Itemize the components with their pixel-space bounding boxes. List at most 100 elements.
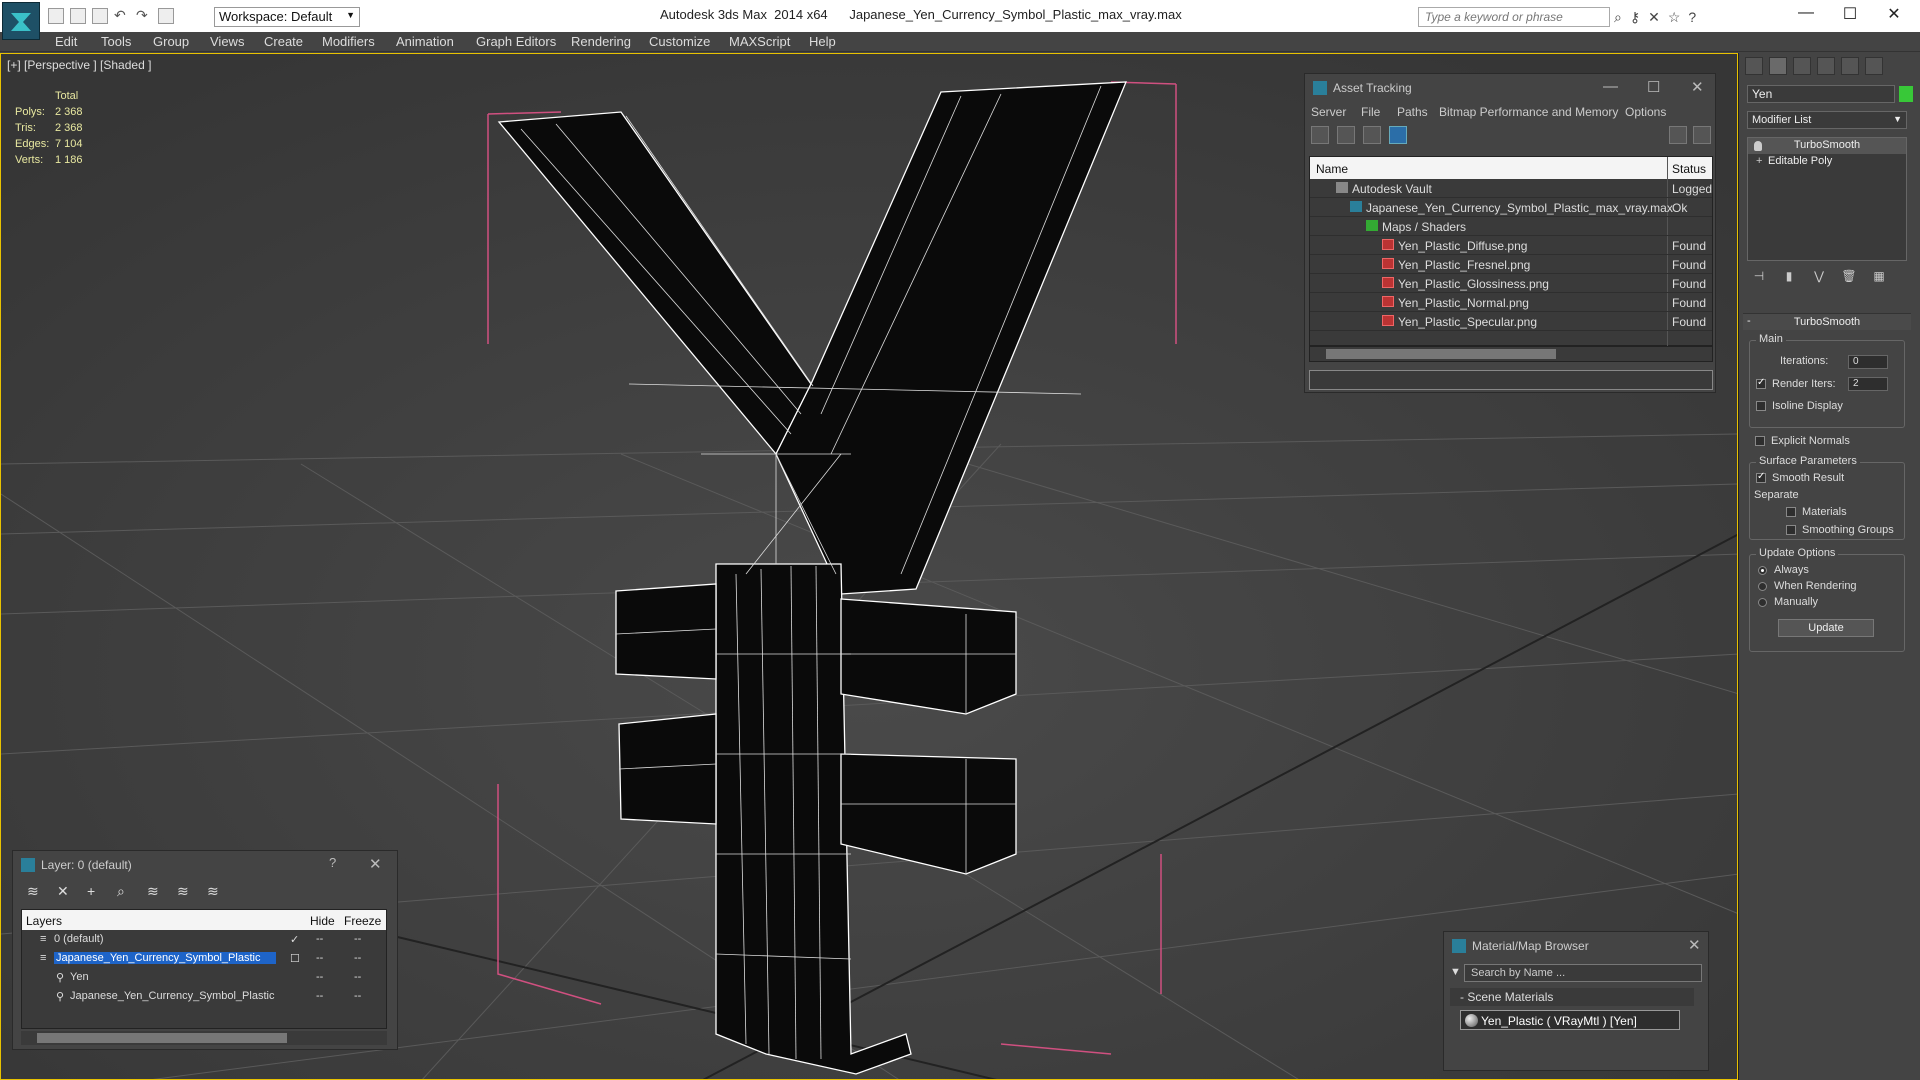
menu-rendering[interactable]: Rendering <box>571 34 631 49</box>
lightbulb-icon[interactable] <box>1754 141 1762 151</box>
stack-item-turbosmooth[interactable]: TurboSmooth <box>1748 138 1906 154</box>
smooth-result-checkbox[interactable] <box>1756 471 1766 483</box>
smoothing-groups-checkbox[interactable] <box>1786 525 1796 535</box>
tree-view-icon[interactable] <box>1363 126 1381 144</box>
column-status[interactable]: Status <box>1672 162 1706 176</box>
close-button[interactable]: ✕ <box>1691 78 1704 96</box>
layer-hide-icon[interactable]: ≋ <box>147 883 159 900</box>
table-row[interactable]: Yen_Plastic_Glossiness.png Found <box>1310 274 1712 293</box>
scene-materials-section[interactable]: - Scene Materials <box>1450 988 1694 1006</box>
remove-modifier-icon[interactable]: 🗑 <box>1841 269 1857 285</box>
menu-customize[interactable]: Customize <box>649 34 710 49</box>
freeze-toggle[interactable]: -- <box>354 971 361 983</box>
freeze-toggle[interactable]: -- <box>354 933 361 945</box>
project-folder-icon[interactable] <box>158 8 174 24</box>
maximize-button[interactable]: ☐ <box>1647 78 1660 96</box>
always-radio[interactable] <box>1758 566 1767 575</box>
make-unique-icon[interactable]: ⋁ <box>1811 269 1827 285</box>
help-icon[interactable]: ? <box>1688 9 1696 26</box>
menu-animation[interactable]: Animation <box>396 34 454 49</box>
isoline-display-checkbox[interactable] <box>1756 401 1766 411</box>
freeze-toggle[interactable]: -- <box>354 990 361 1002</box>
table-row[interactable]: Maps / Shaders <box>1310 217 1712 236</box>
menu-help[interactable]: Help <box>809 34 836 49</box>
add-layer-icon[interactable]: + <box>87 883 95 899</box>
refresh-icon[interactable] <box>1311 126 1329 144</box>
layer-manage-icon[interactable]: ≋ <box>27 883 39 900</box>
open-file-icon[interactable] <box>70 8 86 24</box>
menu-server[interactable]: Server <box>1311 105 1346 119</box>
layer-freeze-icon[interactable]: ≋ <box>177 883 189 900</box>
minimize-button[interactable]: — <box>1603 78 1618 95</box>
asset-path-field[interactable] <box>1309 370 1713 390</box>
app-logo-button[interactable] <box>2 2 40 40</box>
column-layers[interactable]: Layers <box>26 914 62 928</box>
vault-settings-icon[interactable] <box>1693 126 1711 144</box>
minimize-button[interactable]: — <box>1786 4 1826 22</box>
close-button[interactable]: ✕ <box>1688 936 1701 954</box>
menu-modifiers[interactable]: Modifiers <box>322 34 375 49</box>
explicit-normals-checkbox[interactable] <box>1755 436 1765 446</box>
layer-row[interactable]: ≡ Japanese_Yen_Currency_Symbol_Plastic ☐ --… <box>22 949 386 968</box>
close-button[interactable]: ✕ <box>1874 4 1914 24</box>
menu-edit[interactable]: Edit <box>55 34 77 49</box>
search-options-icon[interactable]: ▼ <box>1450 966 1461 978</box>
menu-create[interactable]: Create <box>264 34 303 49</box>
expand-icon[interactable]: + <box>1756 155 1762 167</box>
menu-options[interactable]: Options <box>1625 105 1666 119</box>
table-row[interactable]: Yen_Plastic_Normal.png Found <box>1310 293 1712 312</box>
create-tab-icon[interactable] <box>1745 57 1763 75</box>
render-iters-checkbox[interactable] <box>1756 377 1766 389</box>
maximize-button[interactable]: ☐ <box>1830 4 1870 24</box>
object-name-field[interactable]: Yen <box>1747 85 1895 103</box>
material-search-input[interactable]: Search by Name ... <box>1464 964 1702 982</box>
update-button[interactable]: Update <box>1778 619 1874 637</box>
layer-row[interactable]: ⚲ Japanese_Yen_Currency_Symbol_Plastic -- -… <box>22 987 386 1006</box>
menu-views[interactable]: Views <box>210 34 244 49</box>
manually-radio[interactable] <box>1758 598 1767 607</box>
menu-file[interactable]: File <box>1361 105 1380 119</box>
utilities-tab-icon[interactable] <box>1865 57 1883 75</box>
configure-sets-icon[interactable]: ▦ <box>1871 269 1887 285</box>
star-icon[interactable]: ☆ <box>1668 9 1681 26</box>
display-tab-icon[interactable] <box>1841 57 1859 75</box>
material-browser-titlebar[interactable]: Material/Map Browser ✕ <box>1444 932 1708 960</box>
hide-toggle[interactable]: -- <box>316 990 323 1002</box>
menu-graph-editors[interactable]: Graph Editors <box>476 34 556 49</box>
list-view-icon[interactable] <box>1337 126 1355 144</box>
undo-icon[interactable]: ↶ <box>114 8 130 24</box>
modifier-list-dropdown[interactable]: Modifier List ▼ <box>1747 111 1907 129</box>
object-color-swatch[interactable] <box>1899 86 1913 102</box>
delete-layer-icon[interactable]: ✕ <box>57 883 69 900</box>
layer-properties-icon[interactable]: ≋ <box>207 883 219 900</box>
freeze-toggle[interactable]: -- <box>354 952 361 964</box>
set-active-icon[interactable]: ☐ <box>290 952 300 965</box>
close-button[interactable]: ✕ <box>369 855 382 873</box>
table-row[interactable]: Japanese_Yen_Currency_Symbol_Plastic_max… <box>1310 198 1712 217</box>
horizontal-scrollbar[interactable] <box>21 1031 387 1045</box>
menu-group[interactable]: Group <box>153 34 189 49</box>
menu-bitmap-performance[interactable]: Bitmap Performance and Memory <box>1439 105 1618 119</box>
menu-maxscript[interactable]: MAXScript <box>729 34 790 49</box>
layer-explorer-titlebar[interactable]: Layer: 0 (default) ? ✕ <box>13 851 397 879</box>
hide-toggle[interactable]: -- <box>316 933 323 945</box>
column-hide[interactable]: Hide <box>310 914 335 928</box>
help-icon[interactable]: ? <box>329 855 336 870</box>
column-name[interactable]: Name <box>1316 162 1348 176</box>
help-icon[interactable] <box>1669 126 1687 144</box>
table-row[interactable]: Yen_Plastic_Fresnel.png Found <box>1310 255 1712 274</box>
table-row[interactable]: Yen_Plastic_Specular.png Found <box>1310 312 1712 331</box>
layer-row[interactable]: ≡ 0 (default) ✓ -- -- <box>22 930 386 949</box>
iterations-spinner[interactable]: 0 <box>1848 355 1888 369</box>
viewport-label[interactable]: [+] [Perspective ] [Shaded ] <box>7 58 151 72</box>
motion-tab-icon[interactable] <box>1817 57 1835 75</box>
scrollbar-thumb[interactable] <box>37 1033 287 1043</box>
hide-toggle[interactable]: -- <box>316 952 323 964</box>
menu-tools[interactable]: Tools <box>101 34 131 49</box>
table-row[interactable]: Yen_Plastic_Diffuse.png Found <box>1310 236 1712 255</box>
materials-checkbox[interactable] <box>1786 507 1796 517</box>
horizontal-scrollbar[interactable] <box>1309 346 1713 362</box>
material-item[interactable]: Yen_Plastic ( VRayMtl ) [Yen] <box>1460 1010 1680 1030</box>
modify-tab-icon[interactable] <box>1769 57 1787 75</box>
keyword-search-input[interactable]: Type a keyword or phrase <box>1418 7 1610 27</box>
